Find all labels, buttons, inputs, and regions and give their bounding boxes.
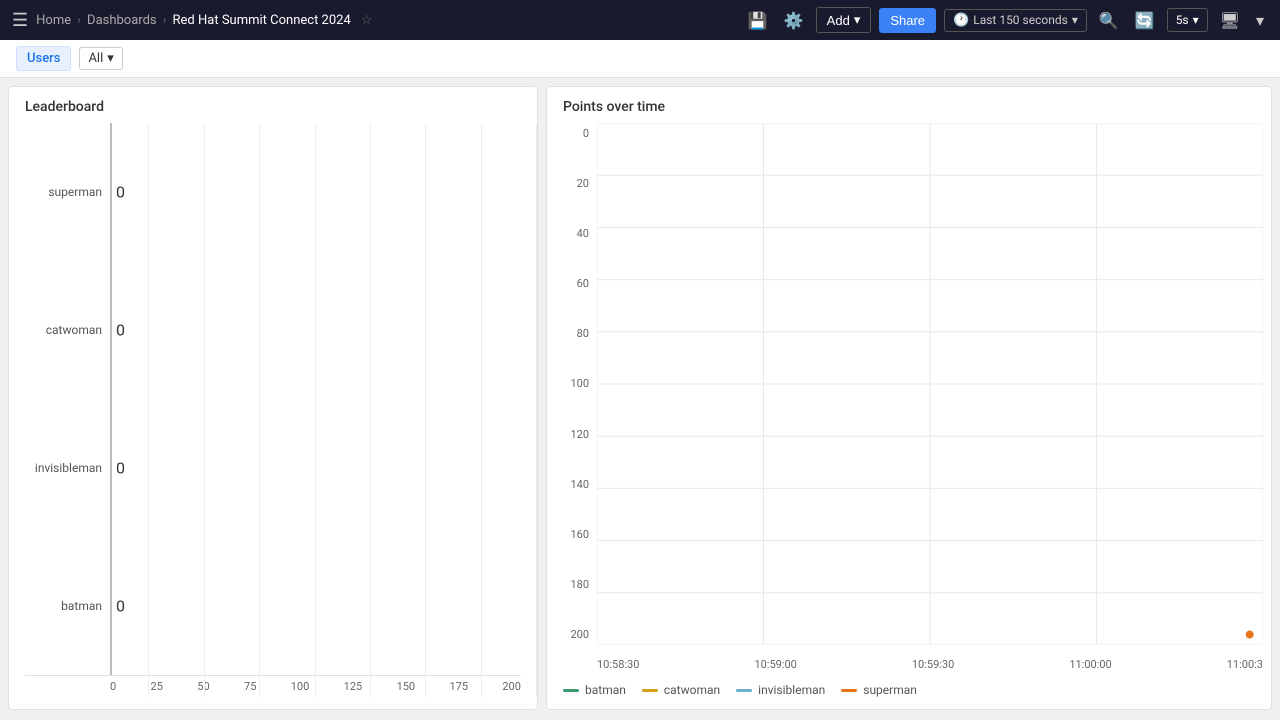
all-dropdown[interactable]: All ▾ bbox=[79, 47, 122, 70]
top-nav: ☰ Home › Dashboards › Red Hat Summit Con… bbox=[0, 0, 1280, 40]
refresh-rate-chevron: ▾ bbox=[1193, 13, 1199, 27]
star-icon[interactable]: ☆ bbox=[361, 13, 373, 28]
more-icon[interactable]: ▾ bbox=[1252, 7, 1268, 34]
y-label-160: 160 bbox=[547, 528, 595, 541]
refresh-rate-label: 5s bbox=[1176, 13, 1189, 27]
chart-svg bbox=[597, 123, 1263, 645]
lb-vert-line-superman bbox=[110, 123, 112, 261]
legend-item-catwoman: catwoman bbox=[642, 683, 720, 697]
leaderboard-body: superman 0 catwoman 0 invisibleman 0 bbox=[9, 123, 537, 697]
time-range-picker[interactable]: 🕐 Last 150 seconds ▾ bbox=[944, 9, 1087, 32]
leaderboard-panel: Leaderboard superman 0 bbox=[8, 86, 538, 710]
breadcrumb: Home › Dashboards › Red Hat Summit Conne… bbox=[36, 13, 736, 28]
lb-name-invisibleman: invisibleman bbox=[25, 461, 110, 475]
refresh-rate-picker[interactable]: 5s ▾ bbox=[1167, 8, 1208, 32]
y-label-180: 180 bbox=[547, 578, 595, 591]
y-label-80: 80 bbox=[547, 327, 595, 340]
share-button[interactable]: Share bbox=[879, 8, 936, 33]
breadcrumb-sep-2: › bbox=[163, 13, 167, 28]
lb-name-superman: superman bbox=[25, 185, 110, 199]
legend-label-batman: batman bbox=[585, 683, 626, 697]
lb-bar-superman: 0 bbox=[110, 123, 521, 261]
main-content: Leaderboard superman 0 bbox=[0, 78, 1280, 718]
legend-dot-invisibleman bbox=[736, 689, 752, 692]
chart-area: 200 180 160 140 120 100 80 60 40 20 0 bbox=[547, 123, 1271, 675]
y-label-60: 60 bbox=[547, 277, 595, 290]
time-range-label: Last 150 seconds bbox=[973, 13, 1068, 27]
breadcrumb-home[interactable]: Home bbox=[36, 13, 71, 28]
lb-bar-catwoman: 0 bbox=[110, 261, 521, 399]
y-label-100: 100 bbox=[547, 377, 595, 390]
all-dropdown-label: All bbox=[88, 51, 103, 66]
breadcrumb-dashboards[interactable]: Dashboards bbox=[87, 13, 157, 28]
lb-score-superman: 0 bbox=[116, 183, 125, 202]
y-label-0: 0 bbox=[547, 127, 595, 140]
lb-row-invisibleman: invisibleman 0 bbox=[25, 399, 521, 537]
hamburger-icon[interactable]: ☰ bbox=[12, 10, 28, 31]
x-time-label-4: 11:00:3 bbox=[1227, 658, 1263, 671]
legend-item-superman: superman bbox=[841, 683, 917, 697]
x-time-label-3: 11:00:00 bbox=[1069, 658, 1111, 671]
lb-row-catwoman: catwoman 0 bbox=[25, 261, 521, 399]
legend-dot-batman bbox=[563, 689, 579, 692]
lb-vert-line-invisibleman bbox=[110, 399, 112, 537]
lb-score-catwoman: 0 bbox=[116, 321, 125, 340]
save-icon[interactable]: 💾 bbox=[744, 7, 772, 34]
lb-score-invisibleman: 0 bbox=[116, 459, 125, 478]
add-button[interactable]: Add ▾ bbox=[816, 7, 872, 33]
x-time-label-2: 10:59:30 bbox=[912, 658, 954, 671]
y-label-20: 20 bbox=[547, 177, 595, 190]
leaderboard-title: Leaderboard bbox=[9, 99, 537, 123]
lb-row-superman: superman 0 bbox=[25, 123, 521, 261]
legend-label-superman: superman bbox=[863, 683, 917, 697]
sub-nav: Users All ▾ bbox=[0, 40, 1280, 78]
lb-row-batman: batman 0 bbox=[25, 537, 521, 675]
chart-panel: Points over time 200 180 160 140 120 100… bbox=[546, 86, 1272, 710]
all-dropdown-chevron: ▾ bbox=[107, 51, 114, 66]
x-time-label-0: 10:58:30 bbox=[597, 658, 639, 671]
users-tab[interactable]: Users bbox=[16, 46, 71, 71]
y-label-40: 40 bbox=[547, 227, 595, 240]
breadcrumb-sep-1: › bbox=[77, 13, 81, 28]
legend-label-invisibleman: invisibleman bbox=[758, 683, 825, 697]
time-range-chevron: ▾ bbox=[1072, 13, 1078, 27]
x-time-label-1: 10:59:00 bbox=[754, 658, 796, 671]
legend-label-catwoman: catwoman bbox=[664, 683, 720, 697]
nav-actions: 💾 ⚙️ Add ▾ Share 🕐 Last 150 seconds ▾ 🔍 … bbox=[744, 7, 1268, 34]
display-icon[interactable]: 🖥 bbox=[1216, 7, 1244, 34]
x-time-labels: 10:58:30 10:59:00 10:59:30 11:00:00 11:0… bbox=[597, 658, 1263, 671]
lb-bar-invisibleman: 0 bbox=[110, 399, 521, 537]
legend-item-batman: batman bbox=[563, 683, 626, 697]
legend-dot-catwoman bbox=[642, 689, 658, 692]
y-label-200: 200 bbox=[547, 628, 595, 641]
zoom-out-icon[interactable]: 🔍 bbox=[1095, 7, 1123, 34]
lb-name-catwoman: catwoman bbox=[25, 323, 110, 337]
lb-vert-line-catwoman bbox=[110, 261, 112, 399]
refresh-icon[interactable]: 🔄 bbox=[1131, 7, 1159, 34]
legend-dot-superman bbox=[841, 689, 857, 692]
lb-name-batman: batman bbox=[25, 599, 110, 613]
chart-legend: batman catwoman invisibleman superman bbox=[547, 675, 1271, 697]
lb-score-batman: 0 bbox=[116, 597, 125, 616]
lb-vert-line-batman bbox=[110, 537, 112, 675]
breadcrumb-current: Red Hat Summit Connect 2024 bbox=[173, 13, 351, 28]
chart-title: Points over time bbox=[547, 99, 1271, 123]
settings-icon[interactable]: ⚙️ bbox=[780, 7, 808, 34]
legend-item-invisibleman: invisibleman bbox=[736, 683, 825, 697]
chart-dot-superman bbox=[1246, 631, 1254, 639]
lb-bar-batman: 0 bbox=[110, 537, 521, 675]
y-label-120: 120 bbox=[547, 428, 595, 441]
y-axis-labels: 200 180 160 140 120 100 80 60 40 20 0 bbox=[547, 123, 595, 645]
y-label-140: 140 bbox=[547, 478, 595, 491]
